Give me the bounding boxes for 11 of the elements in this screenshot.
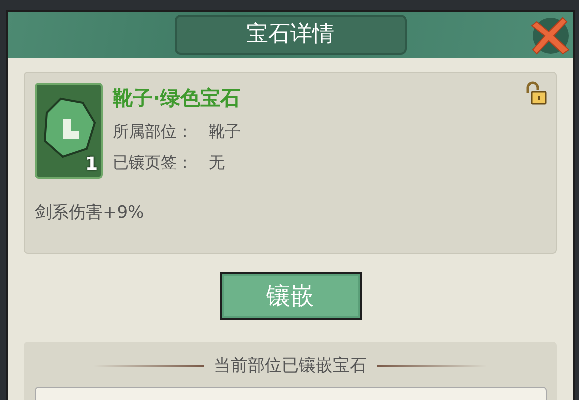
inlay-button[interactable]: 镶嵌 [220,272,362,320]
unlocked-padlock-icon[interactable] [526,81,548,105]
gem-count: 1 [85,154,98,175]
field-label: 已镶页签： [113,153,193,174]
gem-effect: 剑系伤害+9% [35,202,146,224]
field-value: 靴子 [209,122,241,143]
gem-name: 靴子·绿色宝石 [113,85,241,112]
field-value: 无 [209,153,225,174]
dialog-title: 宝石详情 [174,15,406,55]
field-label: 所属部位： [113,122,193,143]
section-title: 当前部位已镶嵌宝石 [214,355,367,377]
